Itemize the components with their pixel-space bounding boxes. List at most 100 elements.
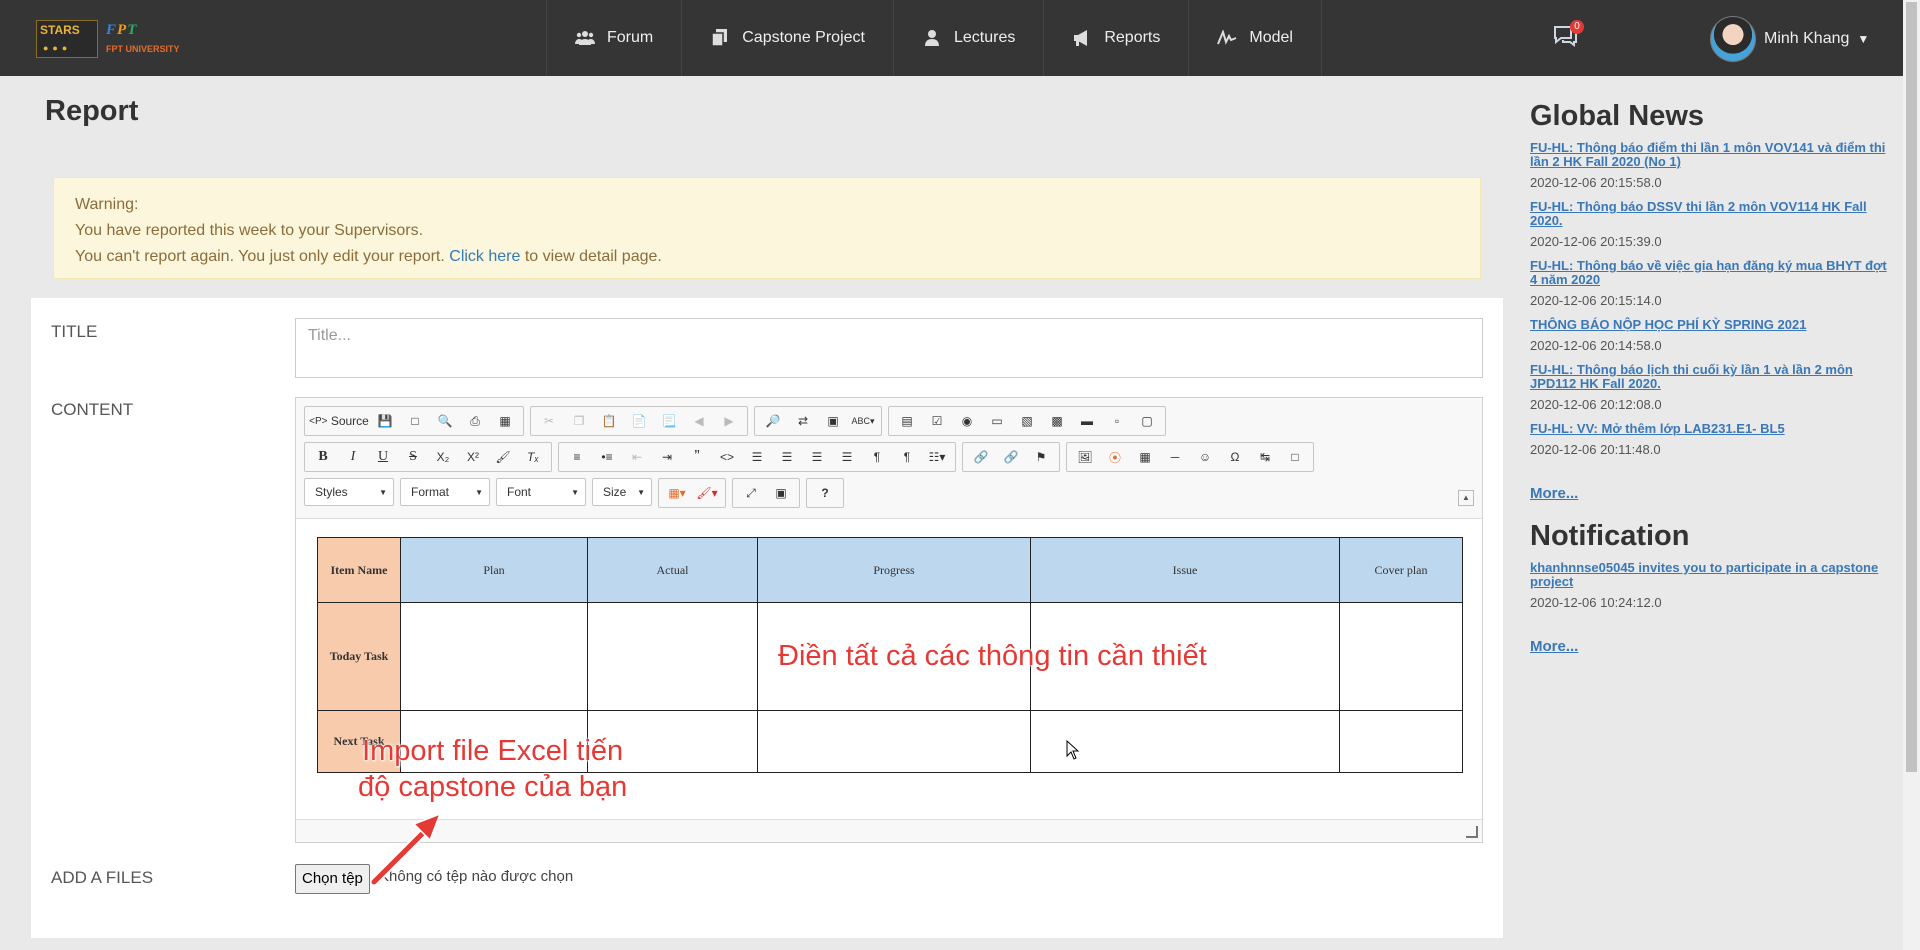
strike-icon[interactable]: S	[399, 445, 427, 469]
background-color-icon[interactable]: 🖌▾	[693, 481, 721, 505]
div-container-icon[interactable]: <>	[713, 445, 741, 469]
table-header-cell[interactable]: Plan	[400, 537, 588, 603]
language-icon[interactable]: ☷▾	[923, 445, 951, 469]
paste-text-icon[interactable]: 📄	[625, 409, 653, 433]
hidden-field-icon[interactable]: ▢	[1133, 409, 1161, 433]
special-char-icon[interactable]: Ω	[1221, 445, 1249, 469]
nav-lectures[interactable]: Lectures	[894, 0, 1045, 76]
align-center-icon[interactable]: ☰	[773, 445, 801, 469]
page-scrollbar[interactable]	[1903, 0, 1920, 950]
size-dropdown[interactable]: Size ▼	[592, 478, 652, 506]
page-break-icon[interactable]: ↹	[1251, 445, 1279, 469]
superscript-icon[interactable]: X²	[459, 445, 487, 469]
font-dropdown[interactable]: Font ▼	[496, 478, 586, 506]
scrollbar-thumb[interactable]	[1906, 2, 1917, 772]
help-icon[interactable]: ?	[811, 481, 839, 505]
select-all-icon[interactable]: ▣	[819, 409, 847, 433]
checkbox-icon[interactable]: ☑	[923, 409, 951, 433]
preview-icon[interactable]: 🔍	[431, 409, 459, 433]
replace-icon[interactable]: ⇄	[789, 409, 817, 433]
image-icon[interactable]: 🖼	[1071, 445, 1099, 469]
table-cell[interactable]	[400, 602, 588, 711]
news-link[interactable]: FU-HL: Thông báo DSSV thi lần 2 môn VOV1…	[1530, 200, 1890, 228]
table-header-cell[interactable]: Progress	[757, 537, 1031, 603]
textarea-icon[interactable]: ▧	[1013, 409, 1041, 433]
nav-model[interactable]: Model	[1189, 0, 1322, 76]
collapse-toolbar-icon[interactable]: ▲	[1458, 490, 1474, 506]
news-link[interactable]: FU-HL: VV: Mở thêm lớp LAB231.E1- BL5	[1530, 422, 1890, 436]
click-here-link[interactable]: Click here	[449, 248, 520, 265]
templates-icon[interactable]: ▦	[491, 409, 519, 433]
underline-icon[interactable]: U	[369, 445, 397, 469]
notification-link[interactable]: khanhnnse05045 invites you to participat…	[1530, 561, 1890, 589]
smiley-icon[interactable]: ☺	[1191, 445, 1219, 469]
news-more-link[interactable]: More...	[1530, 485, 1890, 502]
cut-icon[interactable]: ✂	[535, 409, 563, 433]
subscript-icon[interactable]: X₂	[429, 445, 457, 469]
bulleted-list-icon[interactable]: •≡	[593, 445, 621, 469]
select-icon[interactable]: ▩	[1043, 409, 1071, 433]
button-icon[interactable]: ▬	[1073, 409, 1101, 433]
text-color-icon[interactable]: ▦▾	[663, 481, 691, 505]
show-blocks-icon[interactable]: ▣	[767, 481, 795, 505]
title-input[interactable]: Title...	[295, 318, 1483, 378]
outdent-icon[interactable]: ⇤	[623, 445, 651, 469]
choose-file-button[interactable]: Chọn tệp	[295, 864, 370, 894]
messages-icon[interactable]: 0	[1552, 20, 1584, 52]
print-icon[interactable]: ⎙	[461, 409, 489, 433]
table-header-cell[interactable]: Cover plan	[1339, 537, 1463, 603]
maximize-icon[interactable]: ⤢	[737, 481, 765, 505]
format-dropdown[interactable]: Format ▼	[400, 478, 490, 506]
user-menu[interactable]: Minh Khang ▼	[1710, 16, 1869, 62]
numbered-list-icon[interactable]: ≡	[563, 445, 591, 469]
blockquote-icon[interactable]: ”	[683, 445, 711, 469]
news-link[interactable]: THÔNG BÁO NỘP HỌC PHÍ KỲ SPRING 2021	[1530, 318, 1890, 332]
table-cell[interactable]	[587, 602, 758, 711]
news-link[interactable]: FU-HL: Thông báo điểm thi lần 1 môn VOV1…	[1530, 141, 1890, 169]
spellcheck-icon[interactable]: ABC▾	[849, 409, 877, 433]
table-header-cell[interactable]: Actual	[587, 537, 758, 603]
editor-resize-handle[interactable]	[1466, 826, 1478, 838]
radio-icon[interactable]: ◉	[953, 409, 981, 433]
news-link[interactable]: FU-HL: Thông báo về việc gia hạn đăng ký…	[1530, 259, 1890, 287]
image-button-icon[interactable]: ▫	[1103, 409, 1131, 433]
iframe-icon[interactable]: □	[1281, 445, 1309, 469]
unlink-icon[interactable]: 🔗	[997, 445, 1025, 469]
source-button[interactable]: <P> Source	[309, 409, 369, 433]
table-row-header[interactable]: Today Task	[317, 602, 401, 711]
styles-dropdown[interactable]: Styles ▼	[304, 478, 394, 506]
paste-word-icon[interactable]: 📃	[655, 409, 683, 433]
rtl-icon[interactable]: ¶	[893, 445, 921, 469]
textfield-icon[interactable]: ▭	[983, 409, 1011, 433]
table-header-cell[interactable]: Issue	[1030, 537, 1340, 603]
anchor-icon[interactable]: ⚑	[1027, 445, 1055, 469]
nav-forum[interactable]: Forum	[547, 0, 683, 76]
new-page-icon[interactable]: □	[401, 409, 429, 433]
table-cell[interactable]	[1339, 710, 1463, 773]
flash-icon[interactable]: ⦿	[1101, 445, 1129, 469]
paste-icon[interactable]: 📋	[595, 409, 623, 433]
redo-icon[interactable]: ▶	[715, 409, 743, 433]
italic-icon[interactable]: I	[339, 445, 367, 469]
notification-more-link[interactable]: More...	[1530, 638, 1890, 655]
remove-format-icon[interactable]: Tₓ	[519, 445, 547, 469]
save-icon[interactable]: 💾	[371, 409, 399, 433]
news-link[interactable]: FU-HL: Thông báo lịch thi cuối kỳ lần 1 …	[1530, 363, 1890, 391]
table-cell[interactable]	[757, 710, 1031, 773]
justify-icon[interactable]: ☰	[833, 445, 861, 469]
indent-icon[interactable]: ⇥	[653, 445, 681, 469]
table-icon[interactable]: ▦	[1131, 445, 1159, 469]
horizontal-line-icon[interactable]: ─	[1161, 445, 1189, 469]
align-right-icon[interactable]: ☰	[803, 445, 831, 469]
link-icon[interactable]: 🔗	[967, 445, 995, 469]
logo[interactable]: STARS ●●● FPT FPT UNIVERSITY	[36, 20, 196, 60]
form-icon[interactable]: ▤	[893, 409, 921, 433]
nav-capstone-project[interactable]: Capstone Project	[682, 0, 894, 76]
ltr-icon[interactable]: ¶	[863, 445, 891, 469]
table-cell[interactable]	[1339, 602, 1463, 711]
bold-icon[interactable]: B	[309, 445, 337, 469]
find-icon[interactable]: 🔎	[759, 409, 787, 433]
align-left-icon[interactable]: ☰	[743, 445, 771, 469]
copy-icon[interactable]: ❐	[565, 409, 593, 433]
nav-reports[interactable]: Reports	[1044, 0, 1190, 76]
